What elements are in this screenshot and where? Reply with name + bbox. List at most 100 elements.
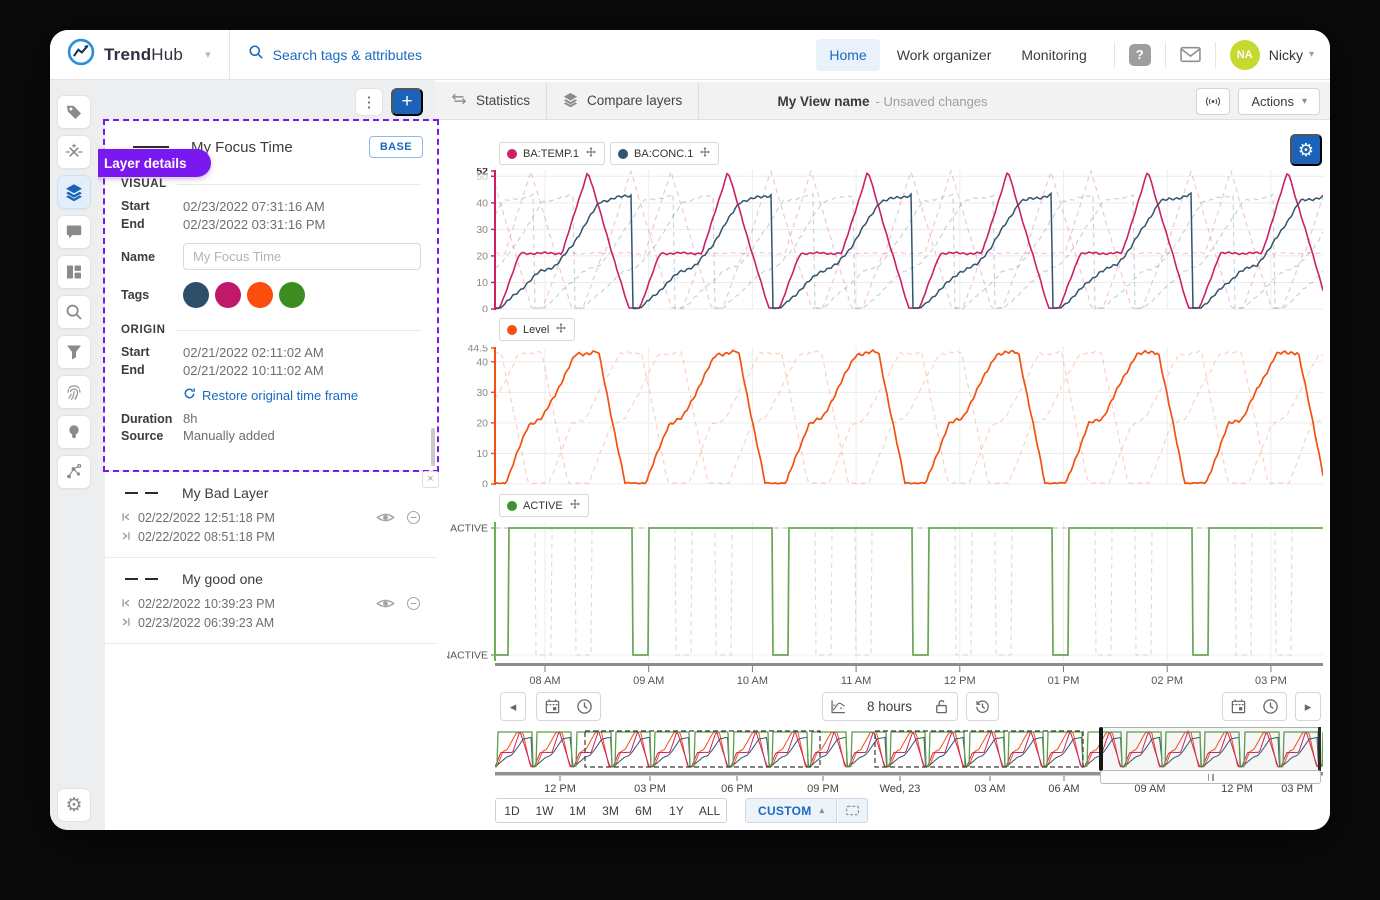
layer-list-item[interactable]: My good one02/22/2022 10:39:23 PM02/23/2… bbox=[105, 558, 437, 644]
statistics-button[interactable]: Statistics bbox=[435, 82, 547, 119]
svg-text:10 AM: 10 AM bbox=[737, 675, 768, 687]
top-bar: TrendHub ▾ HomeWork organizerMonitoring … bbox=[50, 30, 1330, 80]
compare-scale-icon-button[interactable] bbox=[822, 692, 855, 721]
live-mode-button[interactable] bbox=[1196, 88, 1230, 115]
legend-chip-ba-temp-1[interactable]: BA:TEMP.1 bbox=[499, 142, 605, 165]
search-icon-button[interactable] bbox=[57, 295, 91, 329]
chart-settings-button[interactable]: ⚙ bbox=[1290, 134, 1322, 166]
visual-section-heading: VISUAL bbox=[121, 178, 421, 190]
actions-dropdown[interactable]: Actions▾ bbox=[1238, 88, 1320, 115]
restore-time-frame-link[interactable]: Restore original time frame bbox=[183, 387, 421, 403]
overview-selection-window[interactable] bbox=[1100, 727, 1321, 771]
svg-text:10: 10 bbox=[476, 448, 488, 460]
clock-end-icon-button[interactable] bbox=[1254, 692, 1287, 721]
layer-name-input[interactable] bbox=[183, 243, 421, 270]
tags-label: Tags bbox=[121, 288, 183, 302]
eye-icon[interactable] bbox=[376, 596, 395, 611]
legend-chip-level[interactable]: Level bbox=[499, 318, 575, 341]
eye-icon[interactable] bbox=[376, 510, 395, 525]
svg-text:03 PM: 03 PM bbox=[634, 783, 666, 794]
bulb-icon-button[interactable] bbox=[57, 415, 91, 449]
range-button-all[interactable]: ALL bbox=[693, 798, 727, 823]
tag-color-dot[interactable] bbox=[183, 282, 209, 308]
clock-start-icon-button[interactable] bbox=[568, 692, 601, 721]
range-button-3m[interactable]: 3M bbox=[594, 798, 628, 823]
remove-layer-icon[interactable] bbox=[404, 596, 423, 611]
svg-text:09 AM: 09 AM bbox=[633, 675, 664, 687]
layer-list-item[interactable]: My Bad Layer02/22/2022 12:51:18 PM02/22/… bbox=[105, 472, 437, 558]
calendar-start-icon-button[interactable] bbox=[536, 692, 569, 721]
range-button-6m[interactable]: 6M bbox=[627, 798, 661, 823]
tag-color-dot[interactable] bbox=[215, 282, 241, 308]
tag-color-dot[interactable] bbox=[279, 282, 305, 308]
trendhub-logo[interactable]: TrendHub bbox=[66, 37, 183, 72]
end-label: End bbox=[121, 362, 183, 379]
tag-icon-button[interactable] bbox=[57, 95, 91, 129]
panel-menu-button[interactable]: ⋮ bbox=[355, 88, 383, 116]
mail-icon[interactable] bbox=[1180, 46, 1201, 63]
start-value: 02/21/2022 02:11:02 AM bbox=[183, 344, 324, 361]
fingerprint-icon-button[interactable] bbox=[57, 375, 91, 409]
svg-text:30: 30 bbox=[476, 224, 488, 236]
range-button-1w[interactable]: 1W bbox=[528, 798, 562, 823]
chart3-legend: ACTIVE bbox=[499, 494, 589, 517]
calendar-end-icon-button[interactable] bbox=[1222, 692, 1255, 721]
brand-chevron-down-icon[interactable]: ▾ bbox=[205, 48, 211, 61]
svg-text:44.5: 44.5 bbox=[468, 345, 489, 355]
formula-icon-button[interactable] bbox=[57, 135, 91, 169]
start-label: Start bbox=[121, 198, 183, 215]
tab-monitoring[interactable]: Monitoring bbox=[1008, 39, 1099, 71]
step-back-button[interactable]: ◂ bbox=[500, 692, 526, 721]
svg-text:20: 20 bbox=[476, 417, 488, 429]
user-name[interactable]: Nicky bbox=[1269, 47, 1303, 63]
close-icon[interactable]: × bbox=[422, 471, 439, 488]
chart2-plot[interactable]: 44.5403020100 bbox=[447, 345, 1323, 487]
svg-text:10: 10 bbox=[476, 277, 488, 289]
remove-layer-icon[interactable] bbox=[404, 510, 423, 525]
tiles-icon-button[interactable] bbox=[57, 255, 91, 289]
user-avatar[interactable]: NA bbox=[1230, 40, 1260, 70]
timeline-overview[interactable]: 12 PM03 PM06 PM09 PMWed, 2303 AM06 AM09 … bbox=[495, 728, 1323, 794]
tag-color-dot[interactable] bbox=[247, 282, 273, 308]
svg-text:12 PM: 12 PM bbox=[544, 783, 576, 794]
range-button-1y[interactable]: 1Y bbox=[660, 798, 694, 823]
help-button[interactable]: ? bbox=[1129, 44, 1151, 66]
svg-text:11 AM: 11 AM bbox=[841, 675, 871, 687]
funnel-icon-button[interactable] bbox=[57, 335, 91, 369]
comment-icon-button[interactable] bbox=[57, 215, 91, 249]
chevron-up-icon: ▴ bbox=[820, 805, 825, 816]
base-badge[interactable]: BASE bbox=[369, 136, 423, 158]
layer-start: 02/22/2022 10:39:23 PM bbox=[138, 595, 275, 614]
nodes-icon-button[interactable] bbox=[57, 455, 91, 489]
chevron-down-icon: ▾ bbox=[1302, 96, 1307, 107]
search-input[interactable] bbox=[273, 47, 553, 63]
settings-gear-button[interactable]: ⚙ bbox=[57, 788, 91, 822]
step-forward-button[interactable]: ▸ bbox=[1295, 692, 1321, 721]
layers-icon-button[interactable] bbox=[57, 175, 91, 209]
swap-arrows-icon bbox=[451, 92, 467, 109]
legend-chip-active[interactable]: ACTIVE bbox=[499, 494, 589, 517]
history-icon-button[interactable] bbox=[966, 692, 999, 721]
chart3-plot[interactable]: ACTIVEINACTIVE08 AM09 AM10 AM11 AM12 PM0… bbox=[447, 520, 1323, 687]
move-icon bbox=[569, 498, 581, 513]
svg-text:40: 40 bbox=[476, 356, 488, 368]
move-icon bbox=[555, 322, 567, 337]
lock-duration-icon-button[interactable] bbox=[925, 692, 958, 721]
chart1-plot[interactable]: 5250403020100 bbox=[447, 168, 1323, 312]
range-button-1m[interactable]: 1M bbox=[561, 798, 595, 823]
custom-range-selection-icon-button[interactable] bbox=[838, 798, 868, 823]
panel-scrollbar[interactable] bbox=[431, 428, 435, 466]
custom-range-button[interactable]: CUSTOM▴ bbox=[745, 798, 837, 823]
duration-button[interactable]: 8 hours bbox=[854, 692, 926, 721]
svg-text:40: 40 bbox=[476, 197, 488, 209]
move-icon bbox=[699, 146, 711, 161]
tab-work-organizer[interactable]: Work organizer bbox=[884, 39, 1005, 71]
selection-drag-handle[interactable] bbox=[1100, 770, 1321, 784]
range-button-1d[interactable]: 1D bbox=[495, 798, 529, 823]
add-layer-button[interactable]: + bbox=[391, 88, 423, 116]
compare-layers-button[interactable]: Compare layers bbox=[547, 82, 699, 119]
user-chevron-down-icon[interactable]: ▾ bbox=[1309, 49, 1314, 60]
legend-chip-ba-conc-1[interactable]: BA:CONC.1 bbox=[610, 142, 719, 165]
chart2-legend: Level bbox=[499, 318, 575, 341]
tab-home[interactable]: Home bbox=[816, 39, 879, 71]
